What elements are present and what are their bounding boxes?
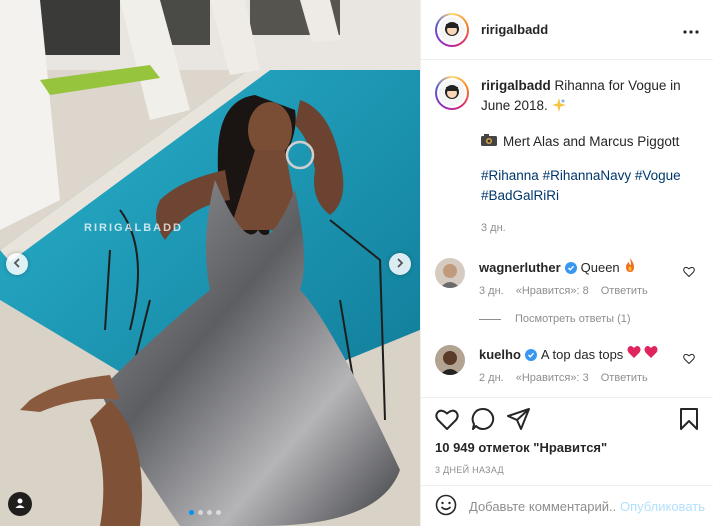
comment-time[interactable]: 2 дн. xyxy=(479,372,504,384)
post-header: ririgalbadd xyxy=(421,0,713,60)
save-bookmark-icon[interactable] xyxy=(679,408,699,430)
comment-likes[interactable]: «Нравится»: 8 xyxy=(516,285,589,297)
caption-username[interactable]: ririgalbadd xyxy=(481,78,551,93)
verified-badge-icon xyxy=(564,261,577,274)
carousel-dot xyxy=(207,510,212,515)
view-replies-button[interactable]: Посмотреть ответы (1) xyxy=(479,313,699,325)
photo-image xyxy=(0,0,420,526)
photo-credit: Mert Alas and Marcus Piggott xyxy=(503,134,680,149)
comment-item: kuelho A top das tops 2 дн. «Нравится»: … xyxy=(435,345,699,384)
hashtag-link[interactable]: #RihannaNavy xyxy=(543,168,632,183)
comment-likes[interactable]: «Нравится»: 3 xyxy=(516,372,589,384)
comment-bubble-icon[interactable] xyxy=(471,407,495,431)
more-options-icon[interactable] xyxy=(683,21,699,39)
post-photo[interactable]: RIRIGALBADD xyxy=(0,0,420,526)
comment-text: Queen xyxy=(580,259,620,275)
hashtag-link[interactable]: #Vogue xyxy=(635,168,681,183)
hashtag-link[interactable]: #BadGalRiRi xyxy=(481,188,559,203)
commenter-avatar[interactable] xyxy=(435,258,465,288)
reply-button[interactable]: Ответить xyxy=(601,285,648,297)
reply-button[interactable]: Ответить xyxy=(601,372,648,384)
share-paper-plane-icon[interactable] xyxy=(507,408,531,430)
comment-time[interactable]: 3 дн. xyxy=(479,285,504,297)
carousel-dot xyxy=(198,510,203,515)
chevron-right-icon xyxy=(394,257,406,272)
like-heart-icon[interactable] xyxy=(435,408,459,430)
sparkle-emoji-icon xyxy=(551,98,566,113)
comment-item: wagnerluther Queen 3 дн. «Нравится»: 8 О… xyxy=(435,258,699,297)
commenter-avatar[interactable] xyxy=(435,345,465,375)
post-sidebar: ririgalbadd ririgalbadd Rihanna for Vogu… xyxy=(420,0,713,526)
carousel-dot xyxy=(216,510,221,515)
view-replies-label: Посмотреть ответы (1) xyxy=(515,313,631,325)
likes-count[interactable]: 10 949 отметок "Нравится" xyxy=(435,440,699,455)
commenter-username[interactable]: kuelho xyxy=(479,346,521,364)
previous-photo-button[interactable] xyxy=(6,253,28,275)
photo-watermark: RIRIGALBADD xyxy=(84,222,183,234)
post-caption: ririgalbadd Rihanna for Vogue in June 20… xyxy=(435,76,699,238)
carousel-dot xyxy=(189,510,194,515)
author-avatar[interactable] xyxy=(435,12,469,47)
camera-emoji-icon xyxy=(481,132,497,152)
publish-button[interactable]: Опубликовать xyxy=(620,499,705,514)
like-comment-heart-icon[interactable] xyxy=(683,352,695,367)
post-actions: 10 949 отметок "Нравится" 3 ДНЕЙ НАЗАД xyxy=(421,397,713,485)
emoji-smiley-icon[interactable] xyxy=(435,494,457,519)
hashtag-link[interactable]: #Rihanna xyxy=(481,168,539,183)
chevron-left-icon xyxy=(11,257,23,272)
two-red-hearts-emoji-icon xyxy=(627,345,659,364)
next-photo-button[interactable] xyxy=(389,253,411,275)
add-comment-bar: Опубликовать xyxy=(421,485,713,526)
like-comment-heart-icon[interactable] xyxy=(683,265,695,280)
user-icon xyxy=(14,497,26,512)
hashtags: #Rihanna #RihannaNavy #Vogue #BadGalRiRi xyxy=(481,166,699,206)
post-date[interactable]: 3 ДНЕЙ НАЗАД xyxy=(435,465,699,475)
caption-timestamp[interactable]: 3 дн. xyxy=(481,218,699,238)
verified-badge-icon xyxy=(524,348,537,361)
comment-input[interactable] xyxy=(469,498,615,514)
tagged-users-button[interactable] xyxy=(8,492,32,516)
caption-avatar[interactable] xyxy=(435,76,469,110)
author-username[interactable]: ririgalbadd xyxy=(481,22,548,37)
commenter-username[interactable]: wagnerluther xyxy=(479,259,561,277)
comment-text: A top das tops xyxy=(540,346,624,362)
fire-emoji-icon xyxy=(624,258,636,277)
carousel-indicator xyxy=(189,510,221,515)
comments-list[interactable]: ririgalbadd Rihanna for Vogue in June 20… xyxy=(421,60,713,397)
